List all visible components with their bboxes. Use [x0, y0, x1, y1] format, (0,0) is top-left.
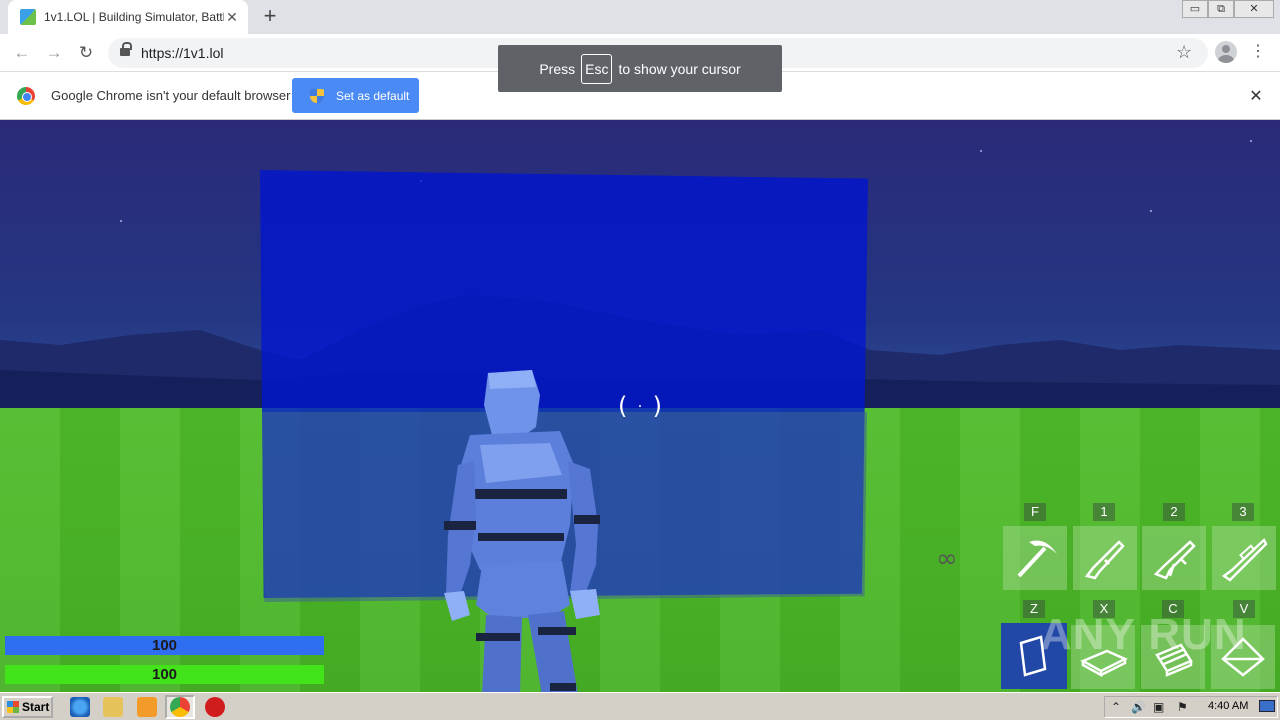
site-favicon-icon	[20, 9, 36, 25]
sky-star	[1150, 210, 1152, 212]
sky-star	[120, 220, 122, 222]
forward-arrow-icon[interactable]: →	[42, 41, 66, 65]
player-character	[444, 370, 600, 692]
shield-bar: 100	[5, 636, 324, 655]
taskbar-chrome-button[interactable]	[165, 695, 195, 719]
minimize-button[interactable]: ▭	[1182, 0, 1208, 18]
system-tray: ⌃ 🔊 ▣ ⚑	[1104, 696, 1278, 718]
health-bar: 100	[5, 665, 324, 684]
esc-key-badge: Esc	[581, 53, 613, 84]
new-tab-button[interactable]: +	[258, 4, 282, 28]
hotkey-3: 3	[1232, 503, 1254, 521]
infobar-close-icon[interactable]: ✕	[1248, 86, 1264, 106]
pickaxe-icon	[1017, 540, 1057, 578]
stop-sign-icon[interactable]	[205, 697, 225, 717]
taskbar-clock[interactable]: 4:40 AM	[1208, 700, 1248, 712]
chrome-taskbar-icon	[170, 697, 190, 717]
window-close-button[interactable]: ✕	[1234, 0, 1274, 18]
crosshair-left: (	[618, 392, 628, 420]
weapon-slot-sniper[interactable]	[1212, 526, 1276, 590]
action-center-flag-icon[interactable]: ⚑	[1177, 700, 1188, 714]
browser-tab[interactable]: 1v1.LOL | Building Simulator, Battle R ✕	[8, 0, 248, 34]
file-explorer-icon[interactable]	[103, 697, 123, 717]
assault-rifle-icon	[1153, 540, 1196, 580]
restore-button[interactable]: ⧉	[1208, 0, 1234, 18]
show-desktop-icon[interactable]	[1259, 700, 1275, 712]
volume-icon[interactable]: 🔊	[1131, 700, 1146, 714]
start-button[interactable]: Start	[2, 696, 53, 718]
network-icon[interactable]: ▣	[1153, 700, 1164, 714]
crosshair-right: )	[652, 392, 662, 420]
tab-strip: 1v1.LOL | Building Simulator, Battle R ✕…	[0, 0, 1280, 34]
crosshair: ( )	[618, 392, 662, 420]
weapon-slot-assault-rifle[interactable]	[1142, 526, 1206, 590]
set-as-default-button[interactable]: Set as default	[292, 78, 419, 113]
hotkey-2: 2	[1163, 503, 1185, 521]
hotkey-1: 1	[1093, 503, 1115, 521]
health-value: 100	[151, 666, 178, 683]
show-cursor-toast: Press Esc to show your cursor	[498, 45, 782, 92]
chrome-menu-icon[interactable]: ⋮	[1250, 42, 1266, 62]
crosshair-dot	[639, 405, 641, 407]
shotgun-icon	[1084, 540, 1125, 580]
shield-value: 100	[151, 637, 178, 654]
tray-expand-icon[interactable]: ⌃	[1111, 700, 1121, 714]
game-canvas[interactable]: ( ) 100 100 ∞ F 1 2 3 Z X C V ANY RUN	[0, 120, 1280, 692]
lock-icon	[120, 42, 132, 58]
media-player-icon[interactable]	[137, 697, 157, 717]
toast-suffix-text: to show your cursor	[618, 60, 741, 77]
back-arrow-icon[interactable]: ←	[10, 41, 34, 65]
sky-star	[1250, 140, 1252, 142]
internet-explorer-icon[interactable]	[70, 697, 90, 717]
anyrun-watermark: ANY RUN	[1040, 610, 1247, 659]
reload-icon[interactable]: ↻	[74, 41, 98, 65]
url-text[interactable]: https://1v1.lol	[141, 45, 224, 61]
sniper-rifle-icon	[1221, 537, 1268, 582]
tab-close-icon[interactable]: ✕	[224, 9, 240, 26]
set-default-label: Set as default	[336, 88, 410, 103]
toast-press-text: Press	[539, 60, 576, 77]
profile-avatar-icon[interactable]	[1215, 41, 1237, 63]
windows-flag-icon	[7, 701, 19, 713]
bookmark-star-icon[interactable]: ☆	[1176, 42, 1192, 63]
chrome-logo-icon	[17, 87, 35, 105]
tab-title: 1v1.LOL | Building Simulator, Battle R	[44, 10, 224, 24]
windows-taskbar: Start ⌃ 🔊 ▣ ⚑ 4:40 AM	[0, 692, 1280, 720]
hotkey-f: F	[1024, 503, 1046, 521]
start-label: Start	[22, 700, 50, 714]
ammo-infinity-indicator: ∞	[936, 544, 958, 574]
weapon-slot-pickaxe[interactable]	[1003, 526, 1067, 590]
infobar-message: Google Chrome isn't your default browser	[51, 88, 291, 103]
weapon-slot-shotgun[interactable]	[1073, 526, 1137, 590]
uac-shield-icon	[310, 88, 324, 103]
sky-star	[980, 150, 982, 152]
